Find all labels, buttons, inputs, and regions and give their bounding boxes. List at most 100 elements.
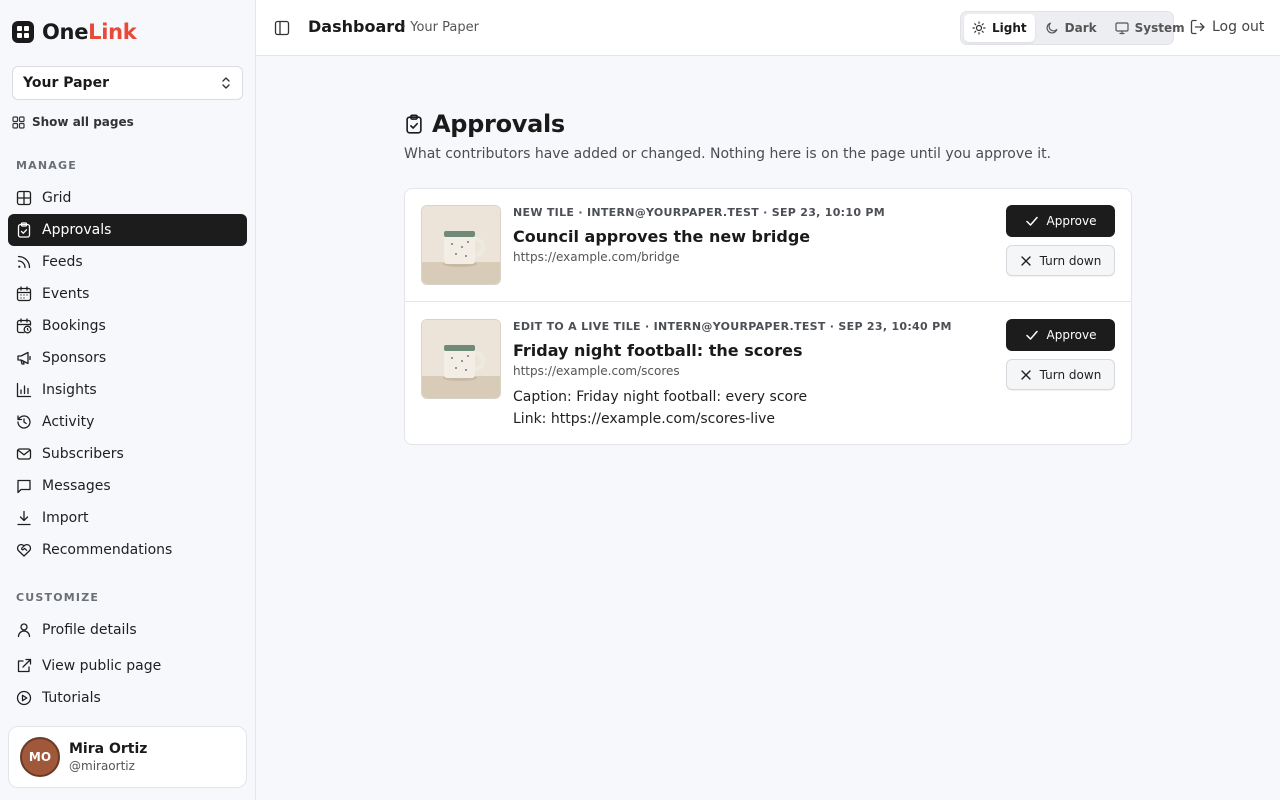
message-icon — [17, 479, 31, 494]
theme-dark-label: Dark — [1064, 21, 1097, 35]
approve-label: Approve — [1046, 328, 1097, 342]
bar-chart-icon — [16, 382, 32, 398]
theme-light-button[interactable]: Light — [964, 14, 1035, 42]
show-all-pages-label: Show all pages — [32, 115, 134, 129]
sidebar-item-label: Approvals — [42, 222, 112, 238]
item-title: Council approves the new bridge — [513, 227, 811, 246]
page-select-value: Your Paper — [23, 75, 109, 91]
turn-down-label: Turn down — [1039, 253, 1102, 268]
approvals-list: NEW TILE · INTERN@YOURPAPER.TEST · SEP 2… — [404, 188, 1132, 445]
sidebar-item-label: Messages — [42, 478, 111, 494]
sidebar-item-sponsors[interactable]: Sponsors — [8, 342, 247, 374]
turn-down-button[interactable]: Turn down — [1006, 359, 1115, 390]
avatar: MO — [20, 737, 60, 777]
turn-down-button[interactable]: Turn down — [1006, 245, 1115, 276]
sidebar-item-import[interactable]: Import — [8, 502, 247, 534]
calendar-clock-icon — [16, 318, 32, 334]
megaphone-icon — [17, 351, 31, 365]
logout-button[interactable]: Log out — [1190, 19, 1264, 35]
mug-image — [422, 320, 500, 398]
topbar: Dashboard · Your Paper Light Dark System… — [256, 0, 1280, 56]
heart-handshake-icon — [16, 543, 32, 557]
list-item: EDIT TO A LIVE TILE · INTERN@YOURPAPER.T… — [405, 301, 1131, 444]
download-icon — [17, 510, 31, 526]
page-title-top: Dashboard — [308, 17, 406, 36]
check-icon — [1025, 216, 1038, 226]
user-card[interactable]: MO Mira Ortiz @miraortiz — [8, 726, 247, 788]
sidebar-item-activity[interactable]: Activity — [8, 406, 247, 438]
approve-label: Approve — [1046, 214, 1097, 228]
customize-section-label: CUSTOMIZE — [16, 591, 100, 604]
sidebar: OneLink Your Paper Show all pages MANAGE… — [0, 0, 256, 800]
monitor-icon — [1115, 22, 1129, 35]
rss-icon — [17, 255, 31, 269]
tile-thumbnail — [421, 205, 501, 285]
turn-down-label: Turn down — [1039, 367, 1102, 382]
sidebar-item-label: View public page — [42, 658, 162, 674]
brand-logo[interactable]: OneLink — [12, 20, 137, 44]
item-meta: NEW TILE · INTERN@YOURPAPER.TEST · SEP 2… — [513, 206, 886, 219]
sidebar-item-view-public-page[interactable]: View public page — [8, 650, 247, 682]
show-all-pages-link[interactable]: Show all pages — [12, 113, 134, 131]
theme-switcher: Light Dark System — [960, 11, 1185, 45]
sidebar-item-events[interactable]: Events — [8, 278, 247, 310]
item-title: Friday night football: the scores — [513, 341, 803, 360]
sidebar-item-recommendations[interactable]: Recommendations — [8, 534, 247, 566]
sidebar-item-label: Recommendations — [42, 542, 173, 558]
sidebar-item-label: Sponsors — [42, 350, 107, 366]
sun-icon — [972, 21, 986, 35]
page-select[interactable]: Your Paper — [12, 66, 243, 100]
mug-image — [422, 206, 500, 284]
approve-button[interactable]: Approve — [1006, 319, 1115, 351]
brand-name-part1: One — [42, 20, 89, 44]
logout-icon — [1190, 19, 1205, 35]
theme-system-button[interactable]: System — [1107, 14, 1193, 42]
clipboard-check-icon — [17, 222, 31, 238]
external-link-icon — [17, 658, 32, 673]
user-icon — [17, 623, 31, 638]
item-url[interactable]: https://example.com/scores — [513, 364, 680, 378]
moon-icon — [1046, 22, 1058, 34]
list-item: NEW TILE · INTERN@YOURPAPER.TEST · SEP 2… — [405, 189, 1131, 301]
sidebar-item-approvals[interactable]: Approvals — [8, 214, 247, 246]
logo-icon — [12, 21, 34, 43]
close-icon — [1020, 369, 1031, 380]
sidebar-item-messages[interactable]: Messages — [8, 470, 247, 502]
page-heading: Approvals — [404, 110, 565, 138]
brand-name-part2: Link — [88, 20, 137, 44]
sidebar-toggle-icon[interactable] — [274, 20, 290, 36]
item-url[interactable]: https://example.com/bridge — [513, 250, 680, 264]
brand-name: OneLink — [42, 20, 137, 44]
user-name: Mira Ortiz — [69, 741, 148, 757]
sidebar-item-grid[interactable]: Grid — [8, 182, 247, 214]
sidebar-item-profile-details[interactable]: Profile details — [8, 614, 247, 646]
clipboard-check-icon — [406, 114, 422, 134]
sidebar-item-subscribers[interactable]: Subscribers — [8, 438, 247, 470]
chevron-up-down-icon — [222, 77, 230, 89]
sidebar-item-label: Subscribers — [42, 446, 124, 462]
sidebar-item-label: Events — [42, 286, 90, 302]
sidebar-item-label: Activity — [42, 414, 95, 430]
sidebar-item-insights[interactable]: Insights — [8, 374, 247, 406]
sidebar-item-bookings[interactable]: Bookings — [8, 310, 247, 342]
sidebar-item-label: Grid — [42, 190, 72, 206]
user-handle: @miraortiz — [69, 759, 135, 773]
history-icon — [17, 415, 31, 429]
logout-label: Log out — [1212, 19, 1265, 35]
sidebar-item-label: Tutorials — [42, 690, 101, 706]
close-icon — [1020, 255, 1031, 266]
theme-dark-button[interactable]: Dark — [1037, 14, 1105, 42]
play-circle-icon — [16, 690, 32, 706]
sidebar-item-label: Insights — [42, 382, 97, 398]
page-description: What contributors have added or changed.… — [404, 146, 1052, 162]
theme-system-label: System — [1134, 21, 1185, 35]
sidebar-item-feeds[interactable]: Feeds — [8, 246, 247, 278]
sidebar-item-label: Import — [42, 510, 89, 526]
check-icon — [1025, 330, 1038, 340]
theme-light-label: Light — [992, 21, 1027, 35]
sidebar-item-tutorials[interactable]: Tutorials — [8, 682, 247, 714]
sidebar-item-label: Bookings — [42, 318, 106, 334]
approve-button[interactable]: Approve — [1006, 205, 1115, 237]
manage-section-label: MANAGE — [16, 159, 77, 172]
item-meta: EDIT TO A LIVE TILE · INTERN@YOURPAPER.T… — [513, 320, 952, 333]
